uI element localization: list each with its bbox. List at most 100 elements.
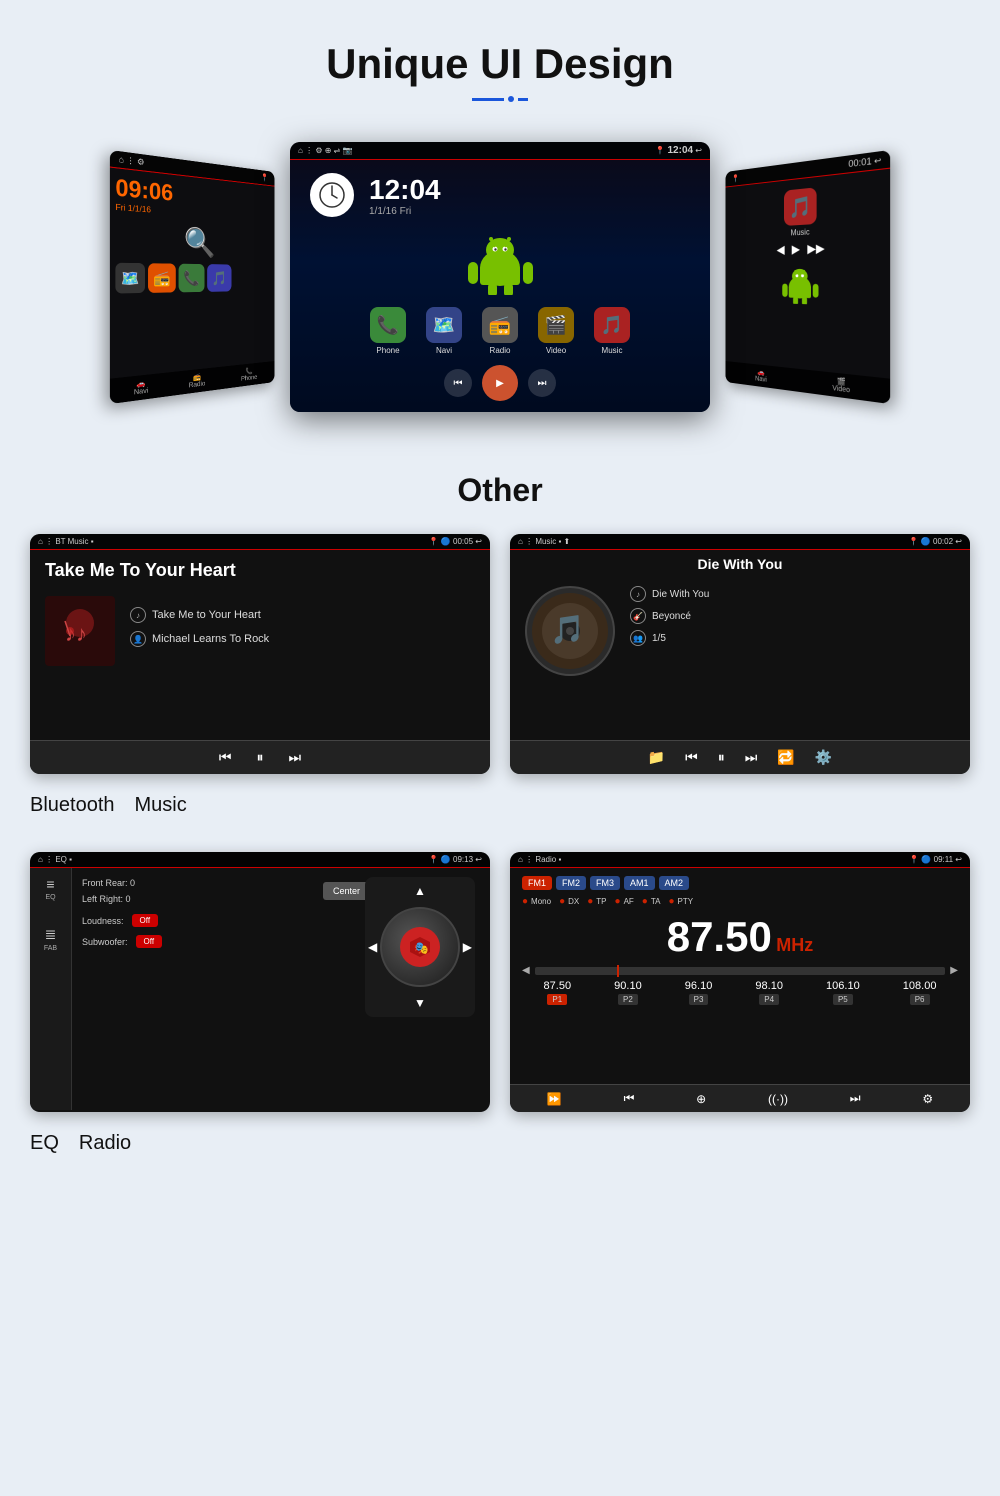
left-app-phone: 📞 (179, 264, 205, 293)
preset-num-p3: P3 (689, 994, 709, 1005)
eq-sidebar-eq[interactable]: ≡ EQ (45, 876, 55, 901)
right-status-right: 00:01 ↩ (848, 154, 881, 169)
nav-item-radio[interactable]: 📻 Radio (189, 372, 206, 389)
radio-preset-p2[interactable]: 90.10 P2 (614, 980, 642, 1005)
radio-label-status: Radio (535, 855, 556, 864)
right-status-left: 📍 (732, 173, 740, 182)
eq-status-left: ⌂ ⋮ EQ ▪ (38, 855, 72, 864)
radio-prev-btn[interactable]: ⏮ (624, 1091, 635, 1106)
music-pause-btn[interactable]: ⏸ (718, 749, 725, 766)
radio-band-fm2[interactable]: FM2 (556, 876, 586, 890)
radio-home-btn[interactable]: ⊕ (696, 1092, 706, 1106)
bt-content: Take Me To Your Heart ♪♪ ♪ Take Me to Yo… (30, 550, 490, 770)
right-prev[interactable]: ◀ (777, 243, 785, 257)
music-prev-btn[interactable]: ⏮ (685, 749, 698, 766)
eq-sidebar-fab[interactable]: ≣ FAB (44, 926, 57, 952)
music-label: Music (535, 537, 556, 546)
radio-scale-bar[interactable] (535, 967, 946, 975)
music-song-name: Die With You (652, 589, 709, 600)
nav-item-navi[interactable]: 🚗 Navi (134, 379, 149, 397)
subwoofer-toggle[interactable]: Off (136, 935, 163, 948)
music-song-title: Die With You (698, 556, 783, 572)
music-time: 00:02 (933, 537, 953, 546)
eq-knob[interactable]: 🎭 (380, 907, 460, 987)
radio-tune-right[interactable]: ▶ (950, 965, 958, 976)
bt-status-left: ⌂ ⋮ BT Music ▪ (38, 537, 94, 546)
bt-statusbar: ⌂ ⋮ BT Music ▪ 📍 🔵 00:05 ↩ (30, 534, 490, 550)
bt-song-name: Take Me to Your Heart (152, 609, 261, 621)
home-icon: ⌂ (119, 154, 124, 164)
radio-opt-tp[interactable]: ● TP (587, 896, 606, 907)
radio-preset-p3[interactable]: 96.10 P3 (685, 980, 713, 1005)
underline-dash-2 (518, 98, 528, 101)
bt-details: ♪ Take Me to Your Heart 👤 Michael Learns… (130, 607, 475, 655)
radio-next-btn[interactable]: ⏭ (850, 1091, 861, 1106)
menu-icon-radio: ⋮ (525, 855, 533, 864)
eq-knob-inner: 🎭 (400, 927, 440, 967)
radio-freq-display: 87.50 MHz (522, 913, 958, 961)
up-arrow-btn[interactable]: ▲ (414, 882, 426, 900)
radio-opt-pty[interactable]: ● PTY (668, 896, 693, 907)
music-repeat-btn[interactable]: 🔁 (777, 749, 794, 766)
next-btn[interactable]: ⏭ (528, 369, 556, 397)
bt-artist: Michael Learns To Rock (152, 633, 269, 645)
radio-opt-mono[interactable]: ● Mono (522, 896, 551, 907)
location-icon-music: 📍 (909, 537, 919, 546)
down-arrow-btn[interactable]: ▼ (414, 994, 426, 1012)
bt-prev-btn[interactable]: ⏮ (219, 749, 232, 766)
center-music-controls: ⏮ ▶ ⏭ (444, 365, 556, 401)
bt-next-btn[interactable]: ⏭ (289, 749, 302, 766)
search-icon: 🔍 (184, 225, 216, 259)
radio-panel-label: Radio (79, 1132, 131, 1155)
radio-list-btn[interactable]: ⏩ (547, 1092, 562, 1106)
navi-app-icon: 🗺️ (426, 307, 462, 343)
right-nav-video[interactable]: 🎬 Video (832, 377, 850, 395)
left-app-radio: 📻 (148, 263, 176, 293)
loudness-toggle[interactable]: Off (132, 914, 159, 927)
radio-preset-p6[interactable]: 108.00 P6 (903, 980, 937, 1005)
home-icon-bt: ⌂ (38, 537, 43, 546)
play-btn[interactable]: ▶ (482, 365, 518, 401)
panel-labels-row-1: Bluetooth Music (0, 784, 1000, 842)
radio-preset-p4[interactable]: 98.10 P4 (755, 980, 783, 1005)
bt-icon-radio: 🔵 (921, 855, 931, 864)
artist-icon: 👤 (130, 631, 146, 647)
music-song-title-header: Die With You (510, 550, 970, 576)
right-arrow-btn[interactable]: ▶ (463, 938, 472, 956)
radio-opt-dx[interactable]: ● DX (559, 896, 579, 907)
music-next-btn[interactable]: ⏭ (745, 749, 758, 766)
left-screen-body: 09:06 Fri 1/1/16 🔍 🗺️ 📻 📞 🎵 🚗 Navi (110, 168, 275, 404)
right-status-icons: 📍 (261, 173, 269, 182)
right-next[interactable]: ▶▶ (807, 241, 824, 256)
radio-tune-left[interactable]: ◀ (522, 965, 530, 976)
music-folder-btn[interactable]: 📁 (648, 749, 665, 766)
music-note-icon-m: ♪ (630, 586, 646, 602)
bt-album-art: ♪♪ (45, 596, 115, 666)
radio-preset-p1[interactable]: 87.50 P1 (544, 980, 572, 1005)
radio-band-am2[interactable]: AM2 (659, 876, 690, 890)
center-button[interactable]: Center (323, 882, 370, 900)
nav-item-phone[interactable]: 📞 Phone (241, 367, 257, 383)
radio-band-fm1[interactable]: FM1 (522, 876, 552, 890)
radio-opt-af[interactable]: ● AF (615, 896, 634, 907)
radio-band-fm3[interactable]: FM3 (590, 876, 620, 890)
radio-dot-dx: ● (559, 896, 565, 907)
bt-artist-row: 👤 Michael Learns To Rock (130, 631, 475, 647)
home-icon: ⌂ (298, 146, 303, 155)
prev-btn[interactable]: ⏮ (444, 369, 472, 397)
radio-opt-ta[interactable]: ● TA (642, 896, 661, 907)
right-play[interactable]: ▶ (792, 242, 800, 256)
clock-icon (310, 173, 354, 217)
radio-band-am1[interactable]: AM1 (624, 876, 655, 890)
music-controls: 📁 ⏮ ⏸ ⏭ 🔁 ⚙️ (510, 740, 970, 774)
location-icon-r: 📍 (732, 173, 740, 182)
left-arrow-btn[interactable]: ◀ (368, 938, 377, 956)
bt-pause-btn[interactable]: ⏸ (257, 749, 264, 766)
menu-icon-eq: ⋮ (45, 855, 53, 864)
radio-settings-btn[interactable]: ⚙ (922, 1092, 933, 1106)
radio-preset-p5[interactable]: 106.10 P5 (826, 980, 860, 1005)
right-nav-navi[interactable]: 🚗 Navi (755, 368, 767, 384)
radio-info-btn[interactable]: ((·)) (768, 1092, 788, 1106)
radio-controls: ⏩ ⏮ ⊕ ((·)) ⏭ ⚙ (510, 1084, 970, 1112)
music-eq-btn[interactable]: ⚙️ (815, 749, 832, 766)
